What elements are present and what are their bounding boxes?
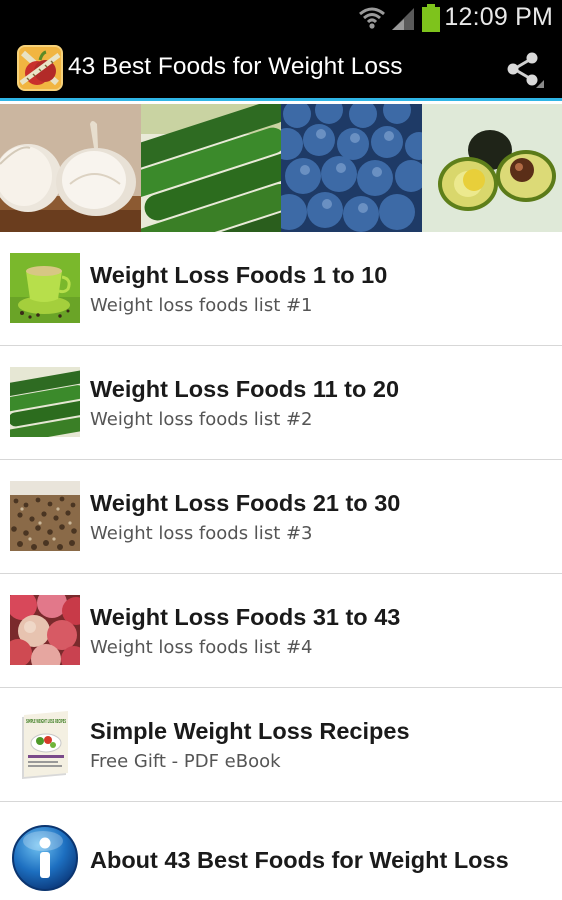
seeds-thumbnail	[10, 481, 80, 551]
ebook-cover-title: SIMPLE WEIGHT LOSS RECIPES	[26, 719, 66, 725]
list-item-title: Simple Weight Loss Recipes	[90, 718, 410, 744]
battery-icon	[422, 4, 440, 32]
action-bar: 43 Best Foods for Weight Loss	[0, 36, 562, 101]
peaches-thumbnail	[10, 595, 80, 665]
list-item-about[interactable]: About 43 Best Foods for Weight Loss	[0, 802, 562, 900]
list-item-subtitle: Weight loss foods list #2	[90, 409, 313, 430]
list-item-foods-21-30[interactable]: Weight Loss Foods 21 to 30 Weight loss f…	[0, 460, 562, 574]
cucumbers-image	[140, 104, 281, 232]
status-bar: 12:09 PM	[0, 0, 562, 36]
status-time: 12:09 PM	[444, 3, 553, 31]
list-item-subtitle: Weight loss foods list #3	[90, 523, 313, 544]
list-item-title: Weight Loss Foods 31 to 43	[90, 604, 401, 630]
green-tea-thumbnail	[10, 253, 80, 323]
signal-icon	[392, 8, 414, 30]
ebook-cover-thumbnail: SIMPLE WEIGHT LOSS RECIPES	[10, 709, 80, 779]
list-item-title: About 43 Best Foods for Weight Loss	[90, 847, 509, 873]
list-item-title: Weight Loss Foods 1 to 10	[90, 262, 388, 288]
list-item-subtitle: Weight loss foods list #1	[90, 295, 313, 316]
list-item-foods-31-43[interactable]: Weight Loss Foods 31 to 43 Weight loss f…	[0, 574, 562, 688]
apple-tape-measure-icon[interactable]	[17, 45, 63, 91]
avocado-image	[421, 104, 562, 232]
cucumbers-thumbnail	[10, 367, 80, 437]
list-item-subtitle: Free Gift - PDF eBook	[90, 751, 281, 772]
list-item-recipes-ebook[interactable]: SIMPLE WEIGHT LOSS RECIPES Simple Weight…	[0, 688, 562, 802]
list-item-title: Weight Loss Foods 21 to 30	[90, 490, 401, 516]
menu-list: Weight Loss Foods 1 to 10 Weight loss fo…	[0, 232, 562, 900]
list-item-subtitle: Weight loss foods list #4	[90, 637, 313, 658]
header-banner	[0, 104, 562, 232]
info-icon	[10, 823, 80, 893]
garlic-image	[0, 104, 141, 232]
app-title: 43 Best Foods for Weight Loss	[68, 53, 403, 80]
blueberries-image	[281, 104, 422, 232]
list-item-foods-11-20[interactable]: Weight Loss Foods 11 to 20 Weight loss f…	[0, 346, 562, 460]
wifi-icon	[359, 7, 385, 29]
share-icon[interactable]	[502, 48, 544, 90]
list-item-foods-1-10[interactable]: Weight Loss Foods 1 to 10 Weight loss fo…	[0, 232, 562, 346]
list-item-title: Weight Loss Foods 11 to 20	[90, 376, 400, 402]
